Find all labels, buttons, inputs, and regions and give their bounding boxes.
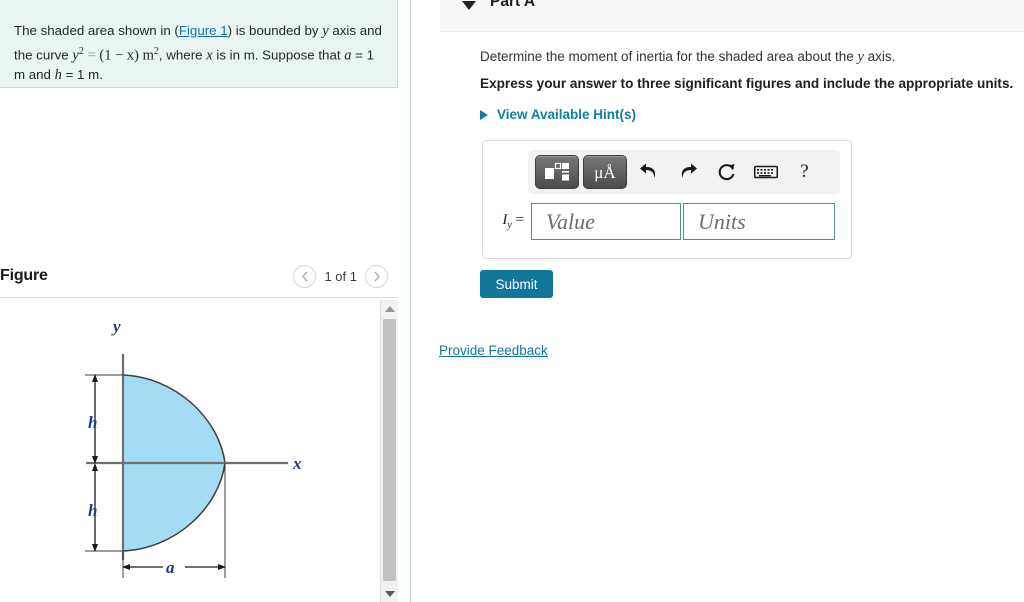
scroll-up-arrow-icon <box>384 305 395 312</box>
part-a-title: Part A <box>490 0 536 10</box>
problem-var-h: h <box>54 67 62 84</box>
figure-1-link[interactable]: Figure 1 <box>179 23 228 38</box>
chevron-left-icon <box>302 271 308 282</box>
reset-button[interactable] <box>709 156 744 188</box>
answer-label-sub: y <box>507 220 512 231</box>
undo-arrow-icon <box>639 163 655 178</box>
undo-button[interactable] <box>631 156 666 188</box>
figure-diagram: y x h h a <box>85 317 302 578</box>
redo-button[interactable] <box>670 156 705 188</box>
caret-right-icon <box>480 109 488 120</box>
view-hints-label: View Available Hint(s) <box>497 107 637 122</box>
figure-h-bottom-label: h <box>88 501 97 520</box>
answer-label-equals: = <box>515 212 524 228</box>
provide-feedback-link[interactable]: Provide Feedback <box>439 343 548 358</box>
equation-y-sup: 2 <box>78 45 84 57</box>
problem-h-value: = 1 m. <box>61 67 103 83</box>
micro-angstrom-units-icon: μÅ <box>594 162 616 182</box>
question-prompt: Determine the moment of inertia for the … <box>480 49 895 66</box>
figure-scrollbar[interactable] <box>380 300 398 602</box>
problem-text-5: is in m. Suppose that <box>212 46 345 62</box>
figure-y-axis-label: y <box>111 317 121 336</box>
math-template-button[interactable] <box>535 155 579 189</box>
figure-header: Figure 1 of 1 <box>0 265 398 297</box>
question-text-main: Determine the moment of inertia for the … <box>480 49 858 64</box>
express-answer-instruction: Express your answer to three significant… <box>480 76 1014 91</box>
equation-rhs: (1 − x) m <box>99 46 154 63</box>
submit-button[interactable]: Submit <box>480 270 553 298</box>
chevron-right-icon <box>374 271 380 282</box>
question-mark-icon: ? <box>800 161 809 182</box>
figure-next-button[interactable] <box>365 265 388 288</box>
figure-title: Figure <box>0 267 48 284</box>
answer-variable-label: Iy = <box>493 212 531 231</box>
right-panel: Part A Determine the moment of inertia f… <box>411 0 1024 602</box>
problem-statement-text: The shaded area shown in (Figure 1) is b… <box>14 21 386 86</box>
question-text-tail: axis. <box>863 49 896 64</box>
problem-text-2: ) is bounded by <box>227 23 323 38</box>
figure-scroll-up-button[interactable] <box>381 300 398 317</box>
view-hints-button[interactable]: View Available Hint(s) <box>480 107 636 122</box>
figure-scrollbar-thumb[interactable] <box>383 319 396 581</box>
part-a-header[interactable]: Part A <box>440 0 1024 32</box>
units-button[interactable]: μÅ <box>583 155 627 189</box>
equation-equals: = <box>87 46 96 63</box>
figure-pager: 1 of 1 <box>293 265 388 288</box>
figure-viewport: y x h h a <box>0 300 380 602</box>
problem-text-4: , where <box>158 46 207 62</box>
reset-circular-arrow-icon <box>718 164 735 181</box>
figure-h-top-label: h <box>88 413 97 432</box>
figure-a-label: a <box>166 558 175 577</box>
left-panel: The shaded area shown in (Figure 1) is b… <box>0 0 410 602</box>
answer-entry-box: μÅ ? Iy = Value Units <box>482 140 852 259</box>
figure-divider <box>0 297 398 298</box>
scroll-down-arrow-icon <box>384 590 395 597</box>
keyboard-icon <box>753 165 778 179</box>
keyboard-button[interactable] <box>748 156 783 188</box>
figure-page-count: 1 of 1 <box>324 269 357 284</box>
figure-x-axis-label: x <box>292 454 302 473</box>
problem-text-1: The shaded area shown in ( <box>14 23 179 38</box>
answer-units-input[interactable] <box>683 203 835 240</box>
math-template-icon <box>545 162 569 181</box>
help-button[interactable]: ? <box>787 156 822 188</box>
h-bottom-arrow-up <box>92 463 98 471</box>
problem-statement-box: The shaded area shown in (Figure 1) is b… <box>0 0 398 88</box>
caret-down-icon[interactable] <box>462 1 476 10</box>
answer-value-input[interactable] <box>531 203 681 240</box>
redo-arrow-icon <box>681 163 697 178</box>
answer-toolbar: μÅ ? <box>528 150 840 194</box>
figure-prev-button[interactable] <box>293 265 317 288</box>
figure-scroll-down-button[interactable] <box>381 585 398 602</box>
answer-inputs-row: Iy = <box>493 203 835 240</box>
